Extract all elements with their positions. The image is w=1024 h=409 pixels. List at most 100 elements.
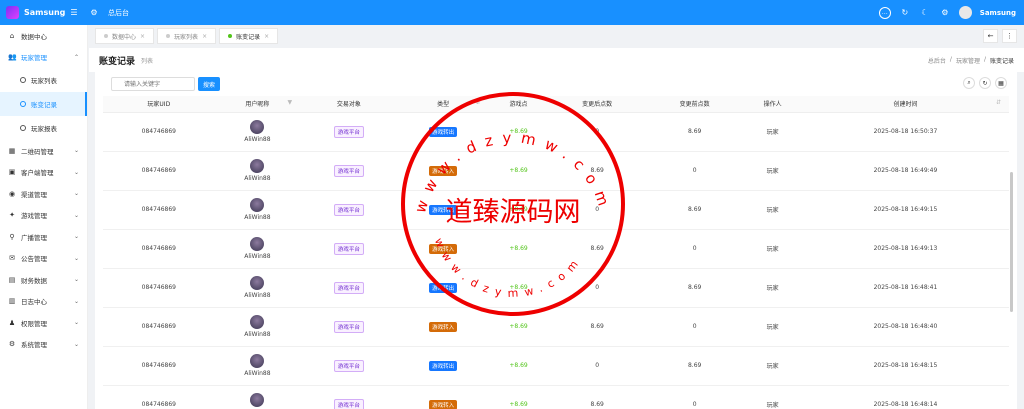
- cell-after: 8.69: [548, 307, 646, 347]
- avatar: [250, 237, 265, 251]
- tabs-bar: 数据中心 × 玩家列表 × 账变记录 × ← ⋮: [89, 25, 1024, 47]
- points-text: +8.69: [509, 245, 528, 252]
- cell-operator: 玩家: [743, 268, 802, 308]
- cell-after: 8.69: [548, 229, 646, 269]
- cell-points: +8.69: [488, 268, 549, 308]
- table-row[interactable]: 084746869AliWin88游戏平台游戏转入+8.698.690玩家202…: [103, 307, 1009, 347]
- refresh-icon[interactable]: ↻: [979, 77, 991, 89]
- filter-icon[interactable]: ▼: [288, 99, 293, 106]
- sort-icon[interactable]: ⇵: [476, 99, 481, 106]
- cell-type: 游戏转出: [397, 268, 489, 308]
- more-vertical-icon[interactable]: ⋮: [1002, 29, 1017, 43]
- cell-type: 游戏转出: [397, 346, 489, 386]
- permission-icon: ♟: [8, 318, 16, 327]
- cell-uid: 084746869: [103, 190, 215, 230]
- sidebar-item-players[interactable]: 👥 玩家管理 ⌃: [0, 47, 87, 69]
- cell-object: 游戏平台: [300, 346, 398, 386]
- broadcast-icon: ⚲: [9, 232, 15, 241]
- sidebar-item-system[interactable]: ⚙ 系统管理 ⌄: [0, 334, 87, 356]
- sidebar-item-dashboard[interactable]: ⌂ 数据中心: [0, 25, 87, 47]
- sidebar-item-broadcast[interactable]: ⚲ 广播管理 ⌄: [0, 226, 87, 248]
- cell-before: 0: [645, 385, 744, 409]
- settings-icon[interactable]: ⚙: [939, 8, 951, 17]
- nickname-text: AliWin88: [244, 214, 271, 221]
- cell-type: 游戏转入: [397, 151, 489, 191]
- sidebar-subitem-player-report[interactable]: 玩家报表: [0, 116, 87, 140]
- sidebar-item-finance[interactable]: ▤ 财务数据 ⌄: [0, 269, 87, 291]
- cell-time: 2025-08-18 16:49:49: [801, 151, 1009, 191]
- sidebar-item-permissions[interactable]: ♟ 权限管理 ⌄: [0, 312, 87, 334]
- tab-player-list[interactable]: 玩家列表 ×: [157, 28, 217, 44]
- tab-account-changes[interactable]: 账变记录 ×: [219, 28, 279, 44]
- home-link[interactable]: 总后台: [108, 8, 129, 18]
- search-input[interactable]: [111, 77, 195, 91]
- cell-uid: 084746869: [103, 385, 215, 409]
- column-header-object: 交易对象: [300, 96, 398, 113]
- user-name[interactable]: Samsung: [980, 9, 1016, 17]
- table-row[interactable]: 084746869 AliWin88 游戏平台 游戏转出 +8.69 0 8.69 玩家 202…: [103, 268, 1009, 308]
- cell-before: 8.69: [645, 190, 744, 230]
- points-text: +8.69: [509, 284, 528, 291]
- sidebar-item-notice[interactable]: ✉ 公告管理 ⌄: [0, 248, 87, 270]
- cell-uid: 084746869: [103, 307, 215, 347]
- tab-label: 玩家列表: [174, 33, 199, 41]
- table-row[interactable]: 084746869AliWin88游戏平台游戏转入+8.698.690玩家202…: [103, 151, 1009, 191]
- columns-icon[interactable]: ▦: [995, 77, 1007, 89]
- moon-icon[interactable]: ☾: [919, 8, 931, 17]
- cell-points: +8.69: [488, 307, 549, 347]
- sidebar-item-qrcode[interactable]: ▦ 二维码管理 ⌄: [0, 140, 87, 162]
- sidebar-item-games[interactable]: ✦ 游戏管理 ⌄: [0, 205, 87, 227]
- chat-icon[interactable]: …: [878, 6, 891, 19]
- sidebar-item-logs[interactable]: ▥ 日志中心 ⌄: [0, 291, 87, 313]
- sidebar-item-label: 日志中心: [21, 298, 47, 307]
- column-header-type[interactable]: 类型 ⇵: [397, 96, 489, 113]
- top-bar: Samsung ☰ ⚙ 总后台 … ↻ ☾ ⚙ Samsung: [0, 0, 1024, 25]
- breadcrumb-players[interactable]: 玩家管理: [956, 56, 980, 65]
- avatar[interactable]: [958, 6, 972, 19]
- sidebar-subitem-account-changes[interactable]: 账变记录: [0, 92, 87, 116]
- back-arrow-icon[interactable]: ←: [983, 29, 998, 43]
- avatar: [250, 276, 265, 290]
- cell-before: 8.69: [645, 112, 744, 152]
- column-header-nickname[interactable]: 用户昵称 ▼: [214, 96, 301, 113]
- table-row[interactable]: 084746869 AliWin88 游戏平台 游戏转出 +8.69 0 8.69 玩家 202…: [103, 112, 1009, 152]
- sidebar-item-label: 渠道管理: [21, 190, 47, 199]
- sidebar-subitem-player-list[interactable]: 玩家列表: [0, 68, 87, 92]
- chevron-down-icon: ⌄: [73, 297, 79, 305]
- column-header-time[interactable]: 创建时间 ⇵: [801, 96, 1009, 113]
- channel-icon: ◉: [8, 189, 16, 198]
- cell-uid: 084746869: [103, 112, 215, 152]
- scrollbar[interactable]: [1010, 172, 1013, 312]
- cell-before: 8.69: [645, 268, 744, 308]
- close-icon[interactable]: ×: [264, 33, 269, 40]
- table-row[interactable]: 084746869AliWin88游戏平台游戏转入+8.698.690玩家202…: [103, 385, 1009, 409]
- cell-before: 0: [645, 151, 744, 191]
- points-text: +8.69: [509, 323, 528, 330]
- sidebar-item-channel[interactable]: ◉ 渠道管理 ⌄: [0, 183, 87, 205]
- table-row[interactable]: 084746869 AliWin88 游戏平台 游戏转出 +8.69 0 8.69 玩家 202…: [103, 346, 1009, 386]
- sort-icon[interactable]: ⇵: [996, 99, 1001, 106]
- column-header-label: 类型: [437, 101, 450, 109]
- points-text: +8.69: [509, 401, 528, 408]
- avatar: [250, 354, 265, 368]
- refresh-icon[interactable]: ↻: [899, 8, 911, 17]
- table-row[interactable]: 084746869 AliWin88 游戏平台 游戏转出 +8.69 0 8.69 玩家 202…: [103, 190, 1009, 230]
- breadcrumb-home[interactable]: 总后台: [928, 56, 946, 65]
- tab-label: 数据中心: [112, 33, 137, 41]
- tab-dashboard[interactable]: 数据中心 ×: [95, 28, 155, 44]
- finance-icon: ▤: [8, 275, 16, 284]
- search-button[interactable]: 搜索: [198, 77, 221, 91]
- column-header-label: 用户昵称: [245, 101, 270, 109]
- cell-points: +8.69: [488, 190, 549, 230]
- cell-nickname: AliWin88: [214, 229, 301, 269]
- close-icon[interactable]: ×: [202, 33, 207, 40]
- client-icon: ▣: [8, 168, 16, 177]
- points-text: +8.69: [509, 167, 528, 174]
- page-header: 账变记录 列表 总后台 / 玩家管理 / 账变记录: [89, 48, 1024, 72]
- search-toggle-icon[interactable]: ⌕: [963, 77, 975, 89]
- menu-toggle-icon[interactable]: ☰: [68, 8, 80, 17]
- cell-time: 2025-08-18 16:50:37: [801, 112, 1009, 152]
- table-row[interactable]: 084746869AliWin88游戏平台游戏转入+8.698.690玩家202…: [103, 229, 1009, 269]
- sidebar-item-client[interactable]: ▣ 客户端管理 ⌄: [0, 162, 87, 184]
- close-icon[interactable]: ×: [140, 33, 145, 40]
